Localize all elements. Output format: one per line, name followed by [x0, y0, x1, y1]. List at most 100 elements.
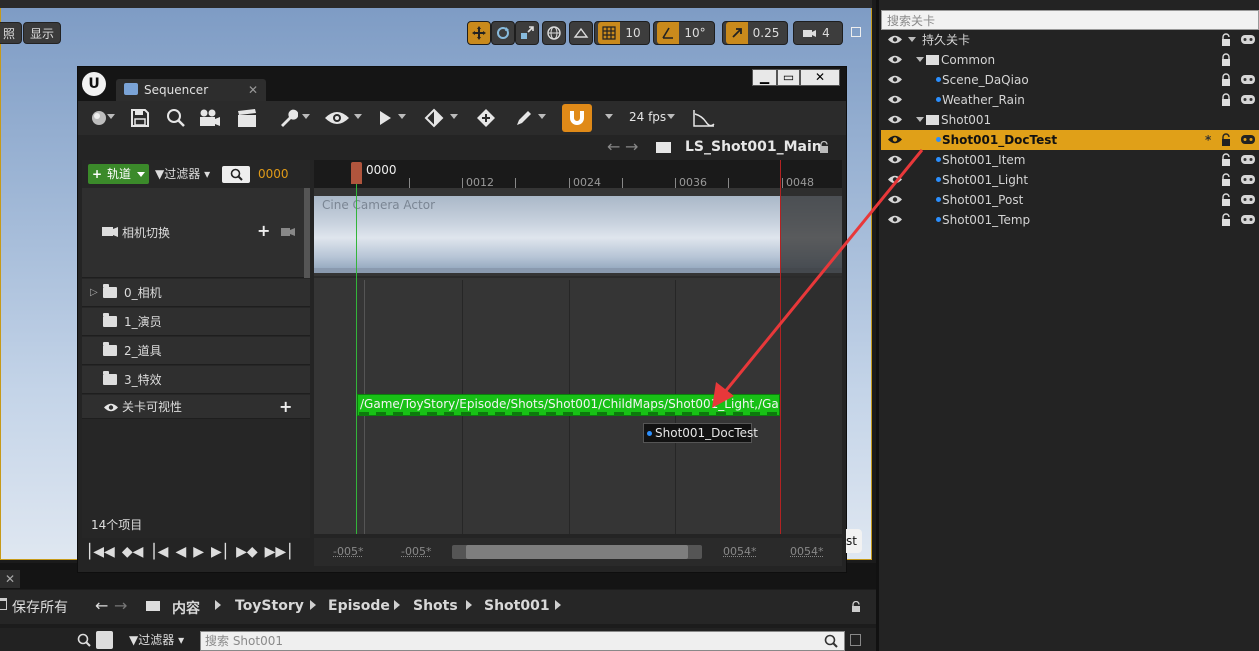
- add-icon[interactable]: +: [279, 395, 292, 419]
- gamepad-icon[interactable]: [1240, 154, 1256, 165]
- gamepad-icon[interactable]: [1240, 194, 1256, 205]
- unlock-icon[interactable]: [1219, 173, 1233, 187]
- playhead-handle[interactable]: [351, 162, 362, 184]
- play-reverse-icon[interactable]: ◀: [175, 544, 186, 560]
- track-filter-button[interactable]: ▼过滤器 ▾: [155, 164, 217, 184]
- add-track-button[interactable]: + 轨道: [88, 164, 149, 184]
- collapse-arrow-icon[interactable]: [916, 57, 924, 62]
- jump-to-start-icon[interactable]: ⎮◀◀: [86, 544, 115, 560]
- forward-arrow-icon[interactable]: →: [114, 596, 127, 615]
- gamepad-icon[interactable]: [1240, 94, 1256, 105]
- snap-toggle-button[interactable]: [562, 104, 592, 132]
- dropdown-caret-icon[interactable]: [302, 114, 310, 119]
- gamepad-icon[interactable]: [1240, 74, 1256, 85]
- world-local-toggle[interactable]: [542, 21, 566, 45]
- scale-snap-control[interactable]: 0.25: [722, 21, 788, 45]
- eye-icon[interactable]: [887, 114, 903, 125]
- curve-editor-button[interactable]: [691, 106, 717, 130]
- camera-speed-control[interactable]: 4: [793, 21, 843, 45]
- expand-arrow-icon[interactable]: ▷: [90, 279, 98, 307]
- level-row-scene-daqiao[interactable]: Scene_DaQiao: [881, 70, 1259, 90]
- dropdown-caret-icon[interactable]: [450, 114, 458, 119]
- camera-lock-icon[interactable]: [280, 226, 296, 238]
- maximize-window-button[interactable]: ▭: [777, 69, 800, 86]
- jump-to-end-icon[interactable]: ▶▶⎮: [265, 544, 294, 560]
- next-key-icon[interactable]: ▶◆: [236, 544, 258, 560]
- track-folder-props[interactable]: 2_道具: [82, 337, 310, 365]
- dropdown-caret-icon[interactable]: [354, 114, 362, 119]
- timeline-scrollbar-thumb[interactable]: [466, 545, 688, 559]
- level-row-shot001-temp[interactable]: Shot001_Temp: [881, 210, 1259, 230]
- collapse-arrow-icon[interactable]: [908, 37, 916, 42]
- unlock-icon[interactable]: [818, 141, 830, 154]
- scale-snap-value[interactable]: 0.25: [748, 26, 785, 40]
- step-forward-icon[interactable]: ▶⎮: [211, 544, 229, 560]
- level-row-shot001-folder[interactable]: Shot001: [881, 110, 1259, 130]
- dropdown-caret-icon[interactable]: [538, 114, 546, 119]
- gamepad-icon[interactable]: [1240, 214, 1256, 225]
- eye-icon[interactable]: [887, 54, 903, 65]
- level-row-shot001-item[interactable]: Shot001_Item: [881, 150, 1259, 170]
- eye-icon[interactable]: [887, 34, 903, 45]
- time-ruler[interactable]: 0000 0012 0024 0036 0048: [314, 160, 842, 189]
- play-icon[interactable]: ▶: [193, 544, 204, 560]
- view-options-button[interactable]: [322, 106, 352, 130]
- key-options-button[interactable]: [421, 106, 447, 130]
- breadcrumb-separator-icon[interactable]: [555, 600, 561, 610]
- viewport-mode-button[interactable]: 照: [0, 22, 23, 44]
- eye-icon[interactable]: [887, 154, 903, 165]
- level-row-common[interactable]: Common: [881, 50, 1259, 70]
- sequencer-tab[interactable]: Sequencer ✕: [116, 79, 266, 101]
- search-icon[interactable]: [77, 633, 91, 647]
- level-row-shot001-light[interactable]: Shot001_Light: [881, 170, 1259, 190]
- scale-snap-toggle[interactable]: [725, 22, 748, 44]
- breadcrumb-separator-icon[interactable]: [310, 600, 316, 610]
- find-in-browser-button[interactable]: [163, 106, 189, 130]
- folder-icon[interactable]: [656, 142, 671, 153]
- collapse-arrow-icon[interactable]: [916, 117, 924, 122]
- eye-icon[interactable]: [887, 194, 903, 205]
- eye-icon[interactable]: [887, 134, 903, 145]
- level-row-shot001-doctest[interactable]: Shot001_DocTest *: [881, 130, 1259, 150]
- previous-key-icon[interactable]: ◆◀: [122, 544, 144, 560]
- eye-icon[interactable]: [887, 174, 903, 185]
- add-icon[interactable]: +: [257, 221, 270, 240]
- level-row-shot001-post[interactable]: Shot001_Post: [881, 190, 1259, 210]
- track-folder-camera[interactable]: ▷ 0_相机: [82, 279, 310, 307]
- close-tab-icon[interactable]: ✕: [0, 570, 20, 588]
- unlock-icon[interactable]: [1219, 153, 1233, 167]
- eye-icon[interactable]: [887, 94, 903, 105]
- save-search-icon[interactable]: [850, 634, 861, 646]
- rotate-tool[interactable]: [491, 21, 515, 45]
- breadcrumb-shot001[interactable]: Shot001: [484, 598, 550, 614]
- track-splitter[interactable]: [304, 188, 310, 278]
- dropdown-caret-icon[interactable]: [398, 114, 406, 119]
- back-arrow-icon[interactable]: ←: [607, 137, 620, 156]
- filters-button[interactable]: ▼过滤器 ▾: [129, 631, 184, 649]
- playback-end-field[interactable]: 0054*: [723, 545, 757, 558]
- playback-options-button[interactable]: [372, 106, 398, 130]
- save-sequence-button[interactable]: [127, 106, 153, 130]
- step-back-icon[interactable]: ⎮◀: [150, 544, 168, 560]
- unlock-icon[interactable]: [1219, 33, 1233, 47]
- dropdown-caret-icon[interactable]: [107, 114, 115, 119]
- track-folder-fx[interactable]: 3_特效: [82, 366, 310, 394]
- create-camera-button[interactable]: [197, 106, 223, 130]
- viewport-overlay-button[interactable]: st: [846, 529, 862, 553]
- playback-end-line[interactable]: [780, 160, 781, 534]
- lock-icon[interactable]: [1219, 73, 1233, 87]
- maximize-viewport-icon[interactable]: [851, 27, 861, 37]
- gamepad-icon[interactable]: [1240, 134, 1256, 145]
- back-arrow-icon[interactable]: ←: [95, 596, 108, 615]
- dropdown-caret-icon[interactable]: [605, 114, 613, 119]
- forward-arrow-icon[interactable]: →: [625, 137, 638, 156]
- level-row-weather-rain[interactable]: Weather_Rain: [881, 90, 1259, 110]
- gamepad-icon[interactable]: [1240, 34, 1256, 45]
- view-start-field[interactable]: -005*: [333, 545, 363, 558]
- render-movie-button[interactable]: [234, 106, 260, 130]
- save-all-button[interactable]: 保存所有: [12, 597, 68, 617]
- track-camera-cut[interactable]: 相机切换 +: [82, 188, 304, 278]
- scale-tool[interactable]: [515, 21, 539, 45]
- track-folder-actors[interactable]: 1_演员: [82, 308, 310, 336]
- breadcrumb-separator-icon[interactable]: [394, 600, 400, 610]
